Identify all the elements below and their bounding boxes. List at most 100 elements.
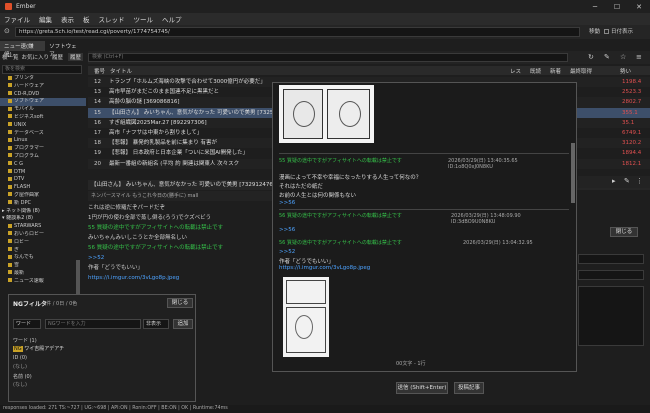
- maximize-button[interactable]: ☐: [606, 0, 628, 13]
- name-input[interactable]: [578, 254, 644, 264]
- popup-scrollbar[interactable]: [571, 143, 575, 203]
- board-item[interactable]: モバイル: [0, 106, 86, 114]
- settings-icon[interactable]: ≡: [636, 53, 642, 61]
- auto-label: 日付表示: [611, 29, 634, 35]
- auto-checkbox[interactable]: [604, 29, 609, 34]
- post-55-header[interactable]: 55 質疑の途中ですがアフィサイトへの転載は禁止です: [279, 157, 439, 164]
- reply-textarea[interactable]: [578, 286, 644, 346]
- ng-mode-select[interactable]: 非表示: [143, 319, 169, 329]
- board-item[interactable]: プログラム: [0, 153, 86, 161]
- board-item[interactable]: 雪: [0, 262, 86, 270]
- send-button[interactable]: 送信 (Shift+Enter): [396, 382, 448, 394]
- menu-item[interactable]: 編集: [39, 14, 52, 24]
- favorites-button[interactable]: お気に入り: [22, 53, 50, 61]
- board-item[interactable]: グ屋作曲家: [0, 192, 86, 200]
- tab-board[interactable]: ニュー速(嫌儲): [0, 41, 46, 58]
- board-item[interactable]: ロビー: [0, 239, 86, 247]
- post-56-header[interactable]: 56 質疑の途中ですがアフィサイトへの転載は禁止です: [279, 212, 444, 219]
- ng-type-select[interactable]: ワード: [13, 319, 41, 329]
- manga-image-2[interactable]: [283, 277, 329, 357]
- board-item[interactable]: ニュース速報: [0, 278, 86, 286]
- play-icon[interactable]: ▸: [612, 177, 616, 185]
- close-button[interactable]: ✕: [628, 0, 650, 13]
- ng-word-input[interactable]: NGワードを入力: [45, 319, 141, 329]
- divider: [279, 153, 569, 154]
- board-item[interactable]: ビジネスsoft: [0, 114, 86, 122]
- go-button[interactable]: 移動: [589, 27, 600, 35]
- board-item[interactable]: DTM: [0, 169, 86, 177]
- board-item[interactable]: ハードウェア: [0, 83, 86, 91]
- post-line[interactable]: https://i.imgur.com/3vLgo8p.jpeg: [88, 273, 273, 283]
- board-item[interactable]: なんでも: [0, 254, 86, 262]
- star-icon[interactable]: ☆: [620, 53, 626, 61]
- post-line[interactable]: 56 質疑の途中ですがアフィサイトへの転載は禁止です: [88, 243, 273, 253]
- col-title[interactable]: タイトル: [110, 67, 132, 75]
- board-item[interactable]: プログラマー: [0, 145, 86, 153]
- col-new[interactable]: 新着: [550, 67, 561, 75]
- post-56-id[interactable]: ID:3dBO9U0N8KU: [451, 219, 495, 225]
- history-button-2[interactable]: 履歴: [68, 53, 84, 61]
- board-item[interactable]: UNIX: [0, 122, 86, 130]
- ng-word-item[interactable]: NG ワイ吉殿アデアチ: [13, 345, 64, 352]
- board-item[interactable]: Linux: [0, 137, 86, 145]
- board-item[interactable]: STARWARS: [0, 223, 86, 231]
- edit-icon[interactable]: ✎: [624, 177, 630, 185]
- col-read[interactable]: 既読: [530, 67, 541, 75]
- thread-search-input[interactable]: 検索 (Ctrl+F): [88, 53, 568, 62]
- col-res[interactable]: レス: [510, 67, 521, 75]
- col-last-fetch[interactable]: 最終取得: [570, 67, 592, 75]
- board-item[interactable]: おいらロビー: [0, 231, 86, 239]
- menu-item[interactable]: 表示: [61, 14, 74, 24]
- board-item[interactable]: DTV: [0, 176, 86, 184]
- board-label: FLASH: [14, 184, 31, 191]
- ng-close-button[interactable]: 閉じる: [167, 298, 193, 308]
- post-55-anchor-link[interactable]: >>56: [279, 200, 295, 206]
- post-56b-image-link[interactable]: https://i.imgur.com/3vLgo8p.jpeg: [279, 265, 370, 271]
- menu-item[interactable]: ファイル: [4, 14, 30, 24]
- left-toolbar: 板一覧 お気に入り 履歴 履歴: [0, 52, 86, 62]
- menu-item[interactable]: スレッド: [99, 14, 125, 24]
- board-item[interactable]: 新 DPC: [0, 200, 86, 208]
- board-category[interactable]: ▾ 雑談系2 (8): [0, 215, 86, 223]
- post-56-anchor[interactable]: >>56: [279, 227, 295, 233]
- refresh-icon[interactable]: ↻: [588, 53, 594, 61]
- board-item[interactable]: 最新: [0, 270, 86, 278]
- minimize-button[interactable]: ─: [584, 0, 606, 13]
- new-thread-icon[interactable]: ✎: [604, 53, 610, 61]
- menu-item[interactable]: ヘルプ: [162, 14, 182, 24]
- thread-momentum: 355.1: [622, 109, 638, 116]
- board-list-button[interactable]: 板一覧: [2, 53, 19, 61]
- manga-image-1[interactable]: [279, 85, 374, 143]
- post-56b-header[interactable]: 56 質疑の途中ですがアフィサイトへの転載は禁止です: [279, 239, 454, 246]
- col-momentum[interactable]: 勢い: [620, 67, 631, 75]
- menu-icon[interactable]: ⋮: [636, 177, 643, 185]
- board-item[interactable]: データベース: [0, 130, 86, 138]
- board-label: プログラム: [14, 152, 39, 159]
- ng-add-button[interactable]: 追加: [173, 319, 193, 329]
- board-item[interactable]: ソフトウェア: [0, 98, 86, 107]
- board-item[interactable]: FLASH: [0, 184, 86, 192]
- thread-number: 17: [94, 130, 101, 136]
- board-item[interactable]: プリンタ: [0, 75, 86, 83]
- tab-software[interactable]: ソフトウェア: [45, 41, 86, 58]
- board-item[interactable]: C G: [0, 161, 86, 169]
- post-55-id[interactable]: ID:1o8Q0xJ0N8KU: [448, 164, 493, 170]
- board-item[interactable]: ぎ: [0, 247, 86, 255]
- post-56b-anchor[interactable]: >>52: [279, 249, 295, 255]
- history-button[interactable]: 履歴: [52, 53, 63, 61]
- board-label: ぎ: [14, 246, 20, 253]
- draft-button[interactable]: 投稿記事: [454, 382, 484, 394]
- menu-item[interactable]: 板: [83, 14, 90, 24]
- menu-item[interactable]: ツール: [134, 14, 154, 24]
- board-search-input[interactable]: 板を検索: [2, 65, 82, 74]
- mail-input[interactable]: [578, 270, 644, 280]
- reply-close-button[interactable]: 閉じる: [610, 227, 638, 237]
- board-category[interactable]: ▸ ネット関係 (8): [0, 208, 86, 216]
- url-input[interactable]: https://greta.5ch.io/test/read.cgi/pover…: [15, 27, 580, 37]
- post-line[interactable]: 55 質疑の途中ですがアフィサイトへの転載は禁止です: [88, 223, 273, 233]
- board-tabs: ニュー速(嫌儲) ソフトウェア: [0, 41, 86, 58]
- col-number[interactable]: 番号: [94, 67, 105, 75]
- board-label: なんでも: [14, 254, 34, 261]
- board-item[interactable]: CD-R,DVD: [0, 91, 86, 99]
- post-line[interactable]: >>52: [88, 253, 273, 263]
